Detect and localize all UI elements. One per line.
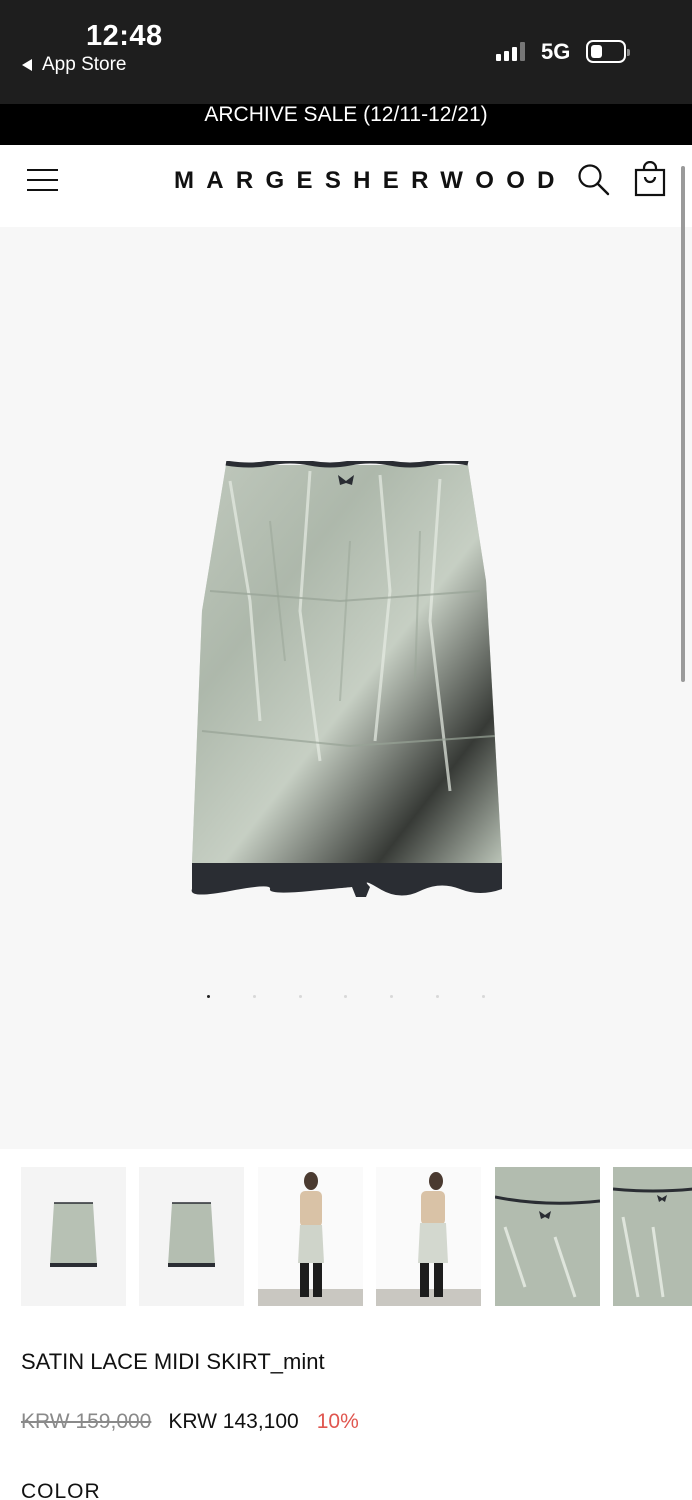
carousel-dot[interactable] bbox=[207, 995, 210, 998]
back-arrow-icon bbox=[22, 59, 32, 71]
promo-banner[interactable]: ARCHIVE SALE (12/11-12/21) bbox=[0, 104, 692, 145]
product-image-carousel[interactable] bbox=[0, 227, 692, 1149]
product-title: SATIN LACE MIDI SKIRT_mint bbox=[21, 1349, 325, 1374]
page-scrollbar[interactable] bbox=[681, 166, 685, 682]
thumbnail-waist-detail[interactable] bbox=[495, 1167, 600, 1306]
thumbnail-model-back[interactable] bbox=[376, 1167, 481, 1306]
thumbnail-fabric-detail[interactable] bbox=[613, 1167, 692, 1306]
product-image-skirt bbox=[190, 458, 504, 901]
thumbnail-back[interactable] bbox=[139, 1167, 244, 1306]
color-option-label: COLOR bbox=[21, 1480, 101, 1500]
back-to-app-store[interactable]: App Store bbox=[22, 54, 127, 76]
thumbnail-model-front[interactable] bbox=[258, 1167, 363, 1306]
site-header: MARGESHERWOOD bbox=[0, 145, 692, 227]
carousel-dot[interactable] bbox=[482, 995, 485, 998]
carousel-dot[interactable] bbox=[253, 995, 256, 998]
brand-logo[interactable]: MARGESHERWOOD bbox=[174, 167, 567, 195]
hamburger-menu-icon[interactable] bbox=[27, 168, 58, 192]
battery-icon bbox=[586, 40, 630, 63]
status-time: 12:48 bbox=[86, 20, 163, 52]
network-label: 5G bbox=[541, 39, 571, 64]
promo-text: ARCHIVE SALE (12/11-12/21) bbox=[204, 103, 488, 126]
carousel-dot[interactable] bbox=[299, 995, 302, 998]
carousel-dot[interactable] bbox=[390, 995, 393, 998]
status-bar: 12:48 App Store 5G bbox=[0, 0, 692, 104]
cellular-signal-icon bbox=[496, 41, 525, 61]
thumbnail-front[interactable] bbox=[21, 1167, 126, 1306]
search-icon[interactable] bbox=[577, 163, 611, 197]
carousel-dot[interactable] bbox=[344, 995, 347, 998]
price-row: KRW 159,000 KRW 143,100 10% bbox=[21, 1410, 359, 1434]
back-label: App Store bbox=[42, 54, 127, 75]
discount-badge: 10% bbox=[316, 1410, 359, 1433]
thumbnail-strip bbox=[21, 1167, 692, 1306]
carousel-dots bbox=[0, 995, 692, 1003]
carousel-dot[interactable] bbox=[436, 995, 439, 998]
sale-price: KRW 143,100 bbox=[168, 1410, 299, 1433]
shopping-bag-icon[interactable] bbox=[634, 160, 666, 197]
original-price: KRW 159,000 bbox=[21, 1410, 152, 1433]
